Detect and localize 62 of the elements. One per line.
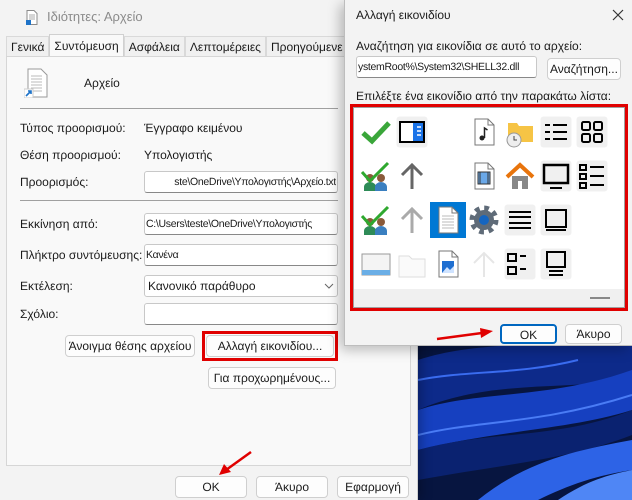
button[interactable]: OK xyxy=(175,476,247,498)
house-icon xyxy=(504,160,536,192)
list-icon xyxy=(540,116,572,148)
file-path-field[interactable]: ystemRoot%\System32\SHELL32.dll xyxy=(356,56,537,78)
button[interactable]: Άκυρο xyxy=(256,476,328,498)
field-label: Σχόλιο: xyxy=(20,306,60,323)
icon-option[interactable] xyxy=(574,158,610,194)
tab[interactable]: Γενικά xyxy=(6,36,50,56)
field-label: Εκκίνηση από: xyxy=(20,216,99,232)
field-label: Πλήκτρο συντόμευσης: xyxy=(20,246,144,264)
icon-option[interactable] xyxy=(394,114,430,150)
field-value: Έγγραφο κειμένου xyxy=(144,120,242,136)
lines-icon xyxy=(504,204,536,236)
button[interactable]: OK xyxy=(500,324,557,344)
button[interactable]: Εφαρμογή xyxy=(337,476,409,498)
button[interactable]: Άκυρο xyxy=(565,324,622,344)
shortcut-name: Αρχείο xyxy=(84,74,120,92)
window-title: Ιδιότητες: Αρχείο xyxy=(47,8,143,26)
field-label: Τύπος προορισμού: xyxy=(20,120,127,136)
advanced-button[interactable]: Για προχωρημένους... xyxy=(208,367,336,389)
grid-icon xyxy=(576,116,608,148)
field-label: Αναζήτηση για εικονίδια σε αυτό το αρχείο: xyxy=(356,39,584,53)
users-checkmark-icon xyxy=(360,160,392,192)
icon-option[interactable] xyxy=(538,158,574,194)
field-label: Εκτέλεση: xyxy=(20,278,74,294)
input-field[interactable] xyxy=(144,303,338,325)
field-label: Επιλέξτε ένα εικονίδιο από την παρακάτω λίστα: xyxy=(356,89,612,103)
dialog-title: Αλλαγή εικονιδίου xyxy=(356,7,451,24)
monitor-icon xyxy=(540,160,572,192)
monitor-icon xyxy=(540,204,572,236)
chevron-down-icon xyxy=(324,282,334,288)
file-shortcut-icon xyxy=(26,10,38,24)
monitor-icon xyxy=(540,248,572,280)
input-field[interactable]: ste\OneDrive\Υπολογιστής\Αρχείο.txt xyxy=(144,170,338,192)
dropdown[interactable]: Κανονικό παράθυρο xyxy=(144,274,338,296)
button[interactable]: Αλλαγή εικονιδίου... xyxy=(206,335,334,357)
input-field[interactable]: Κανένα xyxy=(144,244,338,266)
input-field[interactable]: C:\Users\teste\OneDrive\Υπολογιστής xyxy=(144,212,338,234)
icon-option[interactable] xyxy=(538,114,574,150)
tab[interactable]: Συντόμευση xyxy=(49,34,124,56)
checklist-icon xyxy=(576,160,608,192)
close-icon[interactable] xyxy=(610,7,626,23)
list-icon xyxy=(504,248,536,280)
icon-option[interactable] xyxy=(538,246,574,282)
settings-icon xyxy=(468,204,500,236)
sidebar-panel-icon xyxy=(396,116,428,148)
icon-option[interactable] xyxy=(574,114,610,150)
browse-button[interactable]: Αναζήτηση... xyxy=(546,58,621,80)
scrollbar[interactable] xyxy=(354,289,624,307)
users-checkmark-icon xyxy=(360,204,392,236)
tab[interactable]: Ασφάλεια xyxy=(124,36,185,56)
field-value: Υπολογιστής xyxy=(144,146,212,164)
icon-option[interactable] xyxy=(502,202,538,238)
button[interactable]: Άνοιγμα θέσης αρχείου xyxy=(65,335,195,357)
scrollbar-thumb[interactable] xyxy=(590,297,610,299)
icon-option[interactable] xyxy=(502,246,538,282)
text-shortcut-icon xyxy=(24,68,48,98)
field-label: Θέση προορισμού: xyxy=(20,146,122,164)
icon-option[interactable] xyxy=(538,202,574,238)
tab[interactable]: Προηγούμενε xyxy=(266,36,344,56)
tab[interactable]: Λεπτομέρειες xyxy=(184,36,266,56)
field-label: Προορισμός: xyxy=(20,174,90,190)
